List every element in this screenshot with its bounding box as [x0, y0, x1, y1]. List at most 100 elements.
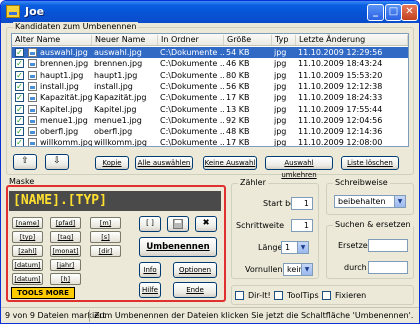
cell-new: haupt1.jpg: [94, 70, 138, 80]
col-type[interactable]: Typ: [272, 35, 296, 45]
replace-input[interactable]: [368, 239, 408, 252]
table-row[interactable]: ✓ install.jpg install.jpg C:\Dokumente ... 5…: [12, 81, 408, 92]
tag-day-button[interactable]: [tag]: [50, 231, 81, 243]
tag-date2-button[interactable]: [datum]: [12, 273, 43, 285]
tag-dir-button[interactable]: [dir]: [90, 245, 121, 257]
mask-input[interactable]: [NAME].[TYP]: [9, 191, 221, 211]
table-row[interactable]: ✓ menue1.jpg menue1.jpg C:\Dokumente ... 92 …: [12, 115, 408, 126]
row-checkbox[interactable]: ✓: [15, 104, 24, 114]
col-modified[interactable]: Letzte Änderung: [296, 35, 408, 45]
help-button[interactable]: Hilfe: [139, 282, 161, 298]
list-header: Alter Name Neuer Name In Ordner Größe Ty…: [12, 34, 408, 46]
clear-list-button[interactable]: Liste löschen: [341, 156, 399, 170]
tag-number-button[interactable]: [zahl]: [12, 245, 43, 257]
table-row[interactable]: ✓ willkomm.jpg willkomm.jpg C:\Dokumente ..…: [12, 137, 408, 147]
row-checkbox[interactable]: ✓: [15, 48, 24, 57]
info-button[interactable]: Info: [139, 262, 161, 278]
tag-month-button[interactable]: [monat]: [50, 245, 81, 257]
title-bar[interactable]: Joe _ □ ✕: [1, 1, 419, 23]
invert-selection-button[interactable]: Auswahl umkehren: [265, 156, 333, 179]
col-new-name[interactable]: Neuer Name: [92, 35, 158, 45]
leading-label: Vornullen: [245, 265, 283, 274]
status-hint: Zum Umbenennen der Dateien klicken Sie j…: [94, 311, 414, 320]
length-label: Länge: [258, 243, 283, 252]
step-input[interactable]: 1: [291, 219, 313, 232]
cell-size: 13 KB: [226, 104, 250, 114]
cell-size: 46 KB: [226, 59, 250, 69]
options-button[interactable]: Optionen: [173, 262, 217, 278]
cell-old: brennen.jpg: [40, 59, 89, 69]
tag-path-button[interactable]: [pfad]: [50, 217, 81, 229]
table-row[interactable]: ✓ auswahl.jpg auswahl.jpg C:\Dokumente ... 5…: [12, 47, 408, 58]
row-checkbox[interactable]: ✓: [15, 127, 24, 137]
row-checkbox[interactable]: ✓: [15, 59, 24, 69]
cell-type: jpg: [274, 81, 287, 91]
cell-size: 17 KB: [226, 138, 250, 147]
cell-modified: 11.10.2009 12:29:56: [298, 48, 383, 57]
start-input[interactable]: 1: [291, 197, 313, 210]
row-checkbox[interactable]: ✓: [15, 70, 24, 80]
save-icon[interactable]: [167, 216, 189, 232]
status-divider: [89, 310, 90, 322]
app-icon: [6, 5, 20, 18]
tag-second-button[interactable]: [s]: [90, 231, 121, 243]
tag-name-button[interactable]: [name]: [12, 217, 43, 229]
delete-icon[interactable]: ✖: [195, 216, 217, 232]
table-row[interactable]: ✓ Kapazität.jpg Kapazität.jpg C:\Dokumente …: [12, 92, 408, 103]
tooltips-label: ToolTips: [287, 291, 319, 300]
cell-new: willkomm.jpg: [94, 138, 147, 147]
table-row[interactable]: ✓ brennen.jpg brennen.jpg C:\Dokumente ... 4…: [12, 58, 408, 69]
with-input[interactable]: [368, 261, 408, 274]
table-row[interactable]: ✓ Kapitel.jpg Kapitel.jpg C:\Dokumente ... 1…: [12, 104, 408, 115]
cell-old: menue1.jpg: [40, 115, 88, 125]
tag-type-button[interactable]: [typ]: [12, 231, 43, 243]
image-file-icon: [28, 48, 37, 57]
tag-date-button[interactable]: [datum]: [12, 259, 43, 271]
cell-folder: C:\Dokumente ...: [160, 70, 224, 80]
col-old-name[interactable]: Alter Name: [12, 35, 92, 45]
tooltips-checkbox[interactable]: [274, 291, 283, 300]
end-button[interactable]: Ende: [173, 282, 217, 298]
minimize-button[interactable]: _: [367, 4, 384, 21]
tag-minute-button[interactable]: [m]: [90, 217, 121, 229]
row-checkbox[interactable]: ✓: [15, 93, 24, 103]
row-checkbox[interactable]: ✓: [15, 115, 24, 125]
length-value: 1: [285, 243, 291, 252]
length-select[interactable]: 1 ▼: [281, 241, 309, 254]
cell-folder: C:\Dokumente ...: [160, 115, 224, 125]
dirit-checkbox[interactable]: [235, 291, 244, 300]
candidates-list[interactable]: Alter Name Neuer Name In Ordner Größe Ty…: [11, 33, 409, 147]
image-file-icon: [28, 104, 37, 114]
leading-select[interactable]: keine ▼: [283, 263, 313, 276]
move-up-button[interactable]: ⇧: [13, 154, 37, 170]
write-mode-value: beibehalten: [338, 197, 386, 206]
cell-size: 92 KB: [226, 115, 250, 125]
select-all-button[interactable]: Alle auswählen: [135, 156, 193, 170]
maximize-button[interactable]: □: [385, 4, 402, 21]
brackets-button[interactable]: [ ]: [139, 216, 161, 232]
image-file-icon: [28, 81, 37, 91]
select-none-button[interactable]: Keine Auswahl: [203, 156, 257, 170]
move-down-button[interactable]: ⇩: [45, 154, 69, 170]
tag-year-button[interactable]: [jahr]: [50, 259, 81, 271]
fixieren-checkbox[interactable]: [322, 291, 331, 300]
copy-button[interactable]: Kopie: [95, 156, 129, 170]
table-row[interactable]: ✓ oberfl.jpg oberfl.jpg C:\Dokumente ... 48 …: [12, 126, 408, 137]
fixieren-label: Fixieren: [335, 291, 367, 300]
step-label: Schrittweite: [236, 221, 285, 230]
table-row[interactable]: ✓ haupt1.jpg haupt1.jpg C:\Dokumente ... 80 …: [12, 70, 408, 81]
tag-hour-button[interactable]: [h]: [50, 273, 81, 285]
col-folder[interactable]: In Ordner: [158, 35, 224, 45]
row-checkbox[interactable]: ✓: [15, 138, 24, 146]
write-mode-select[interactable]: beibehalten ▼: [334, 195, 406, 208]
image-file-icon: [28, 115, 37, 125]
close-button[interactable]: ✕: [401, 4, 418, 21]
cell-folder: C:\Dokumente ...: [160, 59, 224, 69]
col-size[interactable]: Größe: [224, 35, 272, 45]
rename-button[interactable]: Umbenennen: [139, 237, 217, 257]
row-checkbox[interactable]: ✓: [15, 81, 24, 91]
cell-size: 48 KB: [226, 127, 250, 137]
cell-folder: C:\Dokumente ...: [160, 93, 224, 103]
cell-size: 17 KB: [226, 93, 250, 103]
cell-old: willkomm.jpg: [40, 138, 92, 147]
